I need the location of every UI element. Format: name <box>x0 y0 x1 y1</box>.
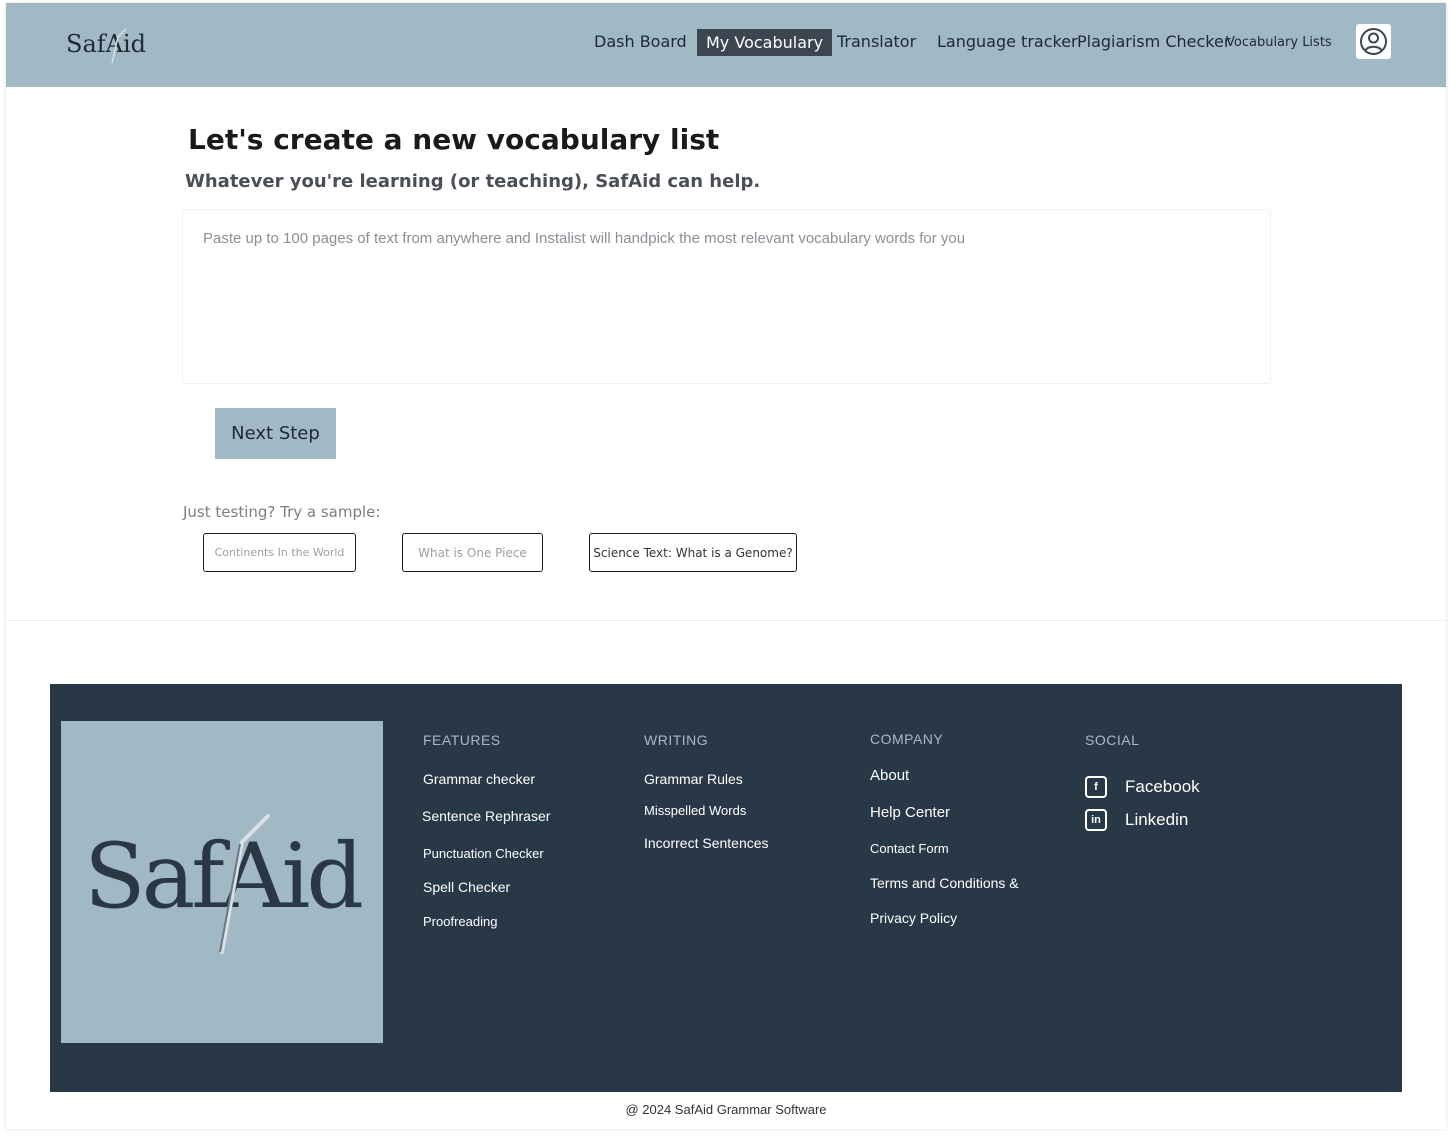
copyright: @ 2024 SafAid Grammar Software <box>625 1102 827 1117</box>
nav-vocabulary-lists[interactable]: Vocabulary Lists <box>1226 35 1332 50</box>
sample-one-piece-button[interactable]: What is One Piece <box>402 533 543 572</box>
footer-link-sentence-rephraser[interactable]: Sentence Rephraser <box>422 808 550 824</box>
footer-link-about[interactable]: About <box>870 767 909 784</box>
nav-my-vocabulary[interactable]: My Vocabulary <box>697 29 833 56</box>
footer-logo-text: SafAid <box>84 824 361 929</box>
footer-link-privacy-policy[interactable]: Privacy Policy <box>870 910 957 926</box>
footer-link-spell-checker[interactable]: Spell Checker <box>423 879 510 895</box>
sample-label: Just testing? Try a sample: <box>183 503 381 521</box>
company-heading: COMPANY <box>870 731 944 747</box>
footer-link-punctuation-checker[interactable]: Punctuation Checker <box>423 846 544 861</box>
social-heading: SOCIAL <box>1085 732 1140 748</box>
nav-plagiarism-checker[interactable]: Plagiarism Checker <box>1077 32 1230 51</box>
facebook-label: Facebook <box>1125 777 1200 796</box>
sample-continents-button[interactable]: Continents In the World <box>203 533 356 572</box>
safaid-logo-large: SafAid <box>84 814 365 954</box>
linkedin-icon: in <box>1085 809 1107 831</box>
top-navbar: SafAid Dash Board My Vocabulary Translat… <box>6 3 1446 87</box>
profile-avatar-button[interactable] <box>1356 24 1391 59</box>
footer-link-facebook[interactable]: f Facebook <box>1085 776 1200 798</box>
facebook-icon: f <box>1085 776 1107 798</box>
page-subtitle: Whatever you're learning (or teaching), … <box>185 171 761 192</box>
nav-translator[interactable]: Translator <box>837 32 916 51</box>
footer-link-help-center[interactable]: Help Center <box>870 804 950 821</box>
sample-genome-button[interactable]: Science Text: What is a Genome? <box>589 533 797 572</box>
safaid-logo-text: SafAid <box>66 30 146 58</box>
footer: SafAid FEATURES Grammar checker Sentence… <box>50 684 1402 1092</box>
safaid-logo[interactable]: SafAid <box>66 25 146 65</box>
footer-logo: SafAid <box>61 721 383 1043</box>
footer-link-terms[interactable]: Terms and Conditions & <box>870 875 1019 891</box>
nav-dashboard[interactable]: Dash Board <box>594 32 687 51</box>
page-frame: SafAid Dash Board My Vocabulary Translat… <box>6 3 1446 1129</box>
footer-link-incorrect-sentences[interactable]: Incorrect Sentences <box>644 835 769 851</box>
footer-link-linkedin[interactable]: in Linkedin <box>1085 809 1188 831</box>
user-circle-icon <box>1360 28 1387 55</box>
linkedin-label: Linkedin <box>1125 810 1189 829</box>
page-title: Let's create a new vocabulary list <box>188 123 720 156</box>
writing-heading: WRITING <box>644 732 709 748</box>
footer-link-proofreading[interactable]: Proofreading <box>423 914 497 929</box>
next-step-button[interactable]: Next Step <box>215 408 336 459</box>
footer-link-misspelled-words[interactable]: Misspelled Words <box>644 803 746 818</box>
footer-link-grammar-rules[interactable]: Grammar Rules <box>644 771 743 787</box>
features-heading: FEATURES <box>423 732 501 748</box>
content-divider <box>6 620 1446 621</box>
text-input-container <box>182 209 1271 384</box>
footer-link-contact-form[interactable]: Contact Form <box>870 841 949 856</box>
vocabulary-text-input[interactable] <box>183 210 1270 383</box>
footer-link-grammar-checker[interactable]: Grammar checker <box>423 771 535 787</box>
nav-language-tracker[interactable]: Language tracker <box>937 32 1078 51</box>
